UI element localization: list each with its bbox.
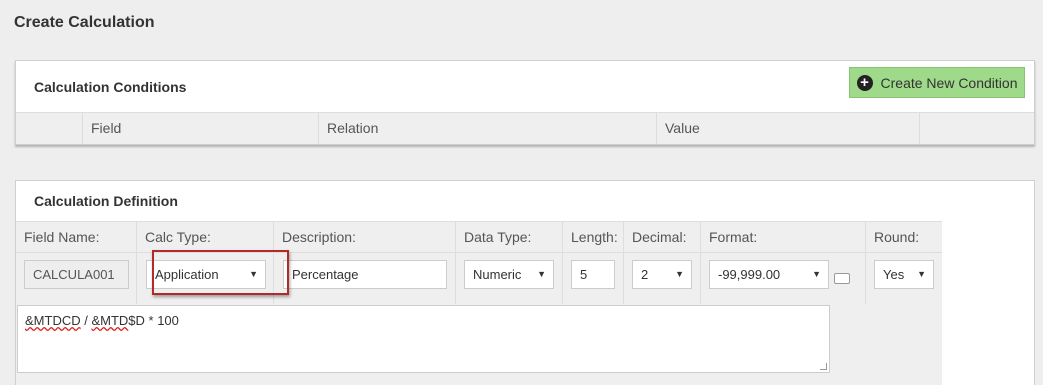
calculation-conditions-panel: Calculation Conditions + Create New Cond… xyxy=(15,60,1035,145)
data-type-select[interactable]: Numeric ▼ xyxy=(464,260,554,289)
create-new-condition-button[interactable]: + Create New Condition xyxy=(849,67,1025,98)
definition-header-row: Field Name: Calc Type: Description: Data… xyxy=(16,221,942,253)
length-input[interactable]: 5 xyxy=(571,260,615,289)
caret-down-icon: ▼ xyxy=(675,269,684,279)
column-field[interactable]: Field xyxy=(82,113,318,144)
caret-down-icon: ▼ xyxy=(537,269,546,279)
decimal-select[interactable]: 2 ▼ xyxy=(632,260,692,289)
label-description: Description: xyxy=(274,222,456,253)
label-round: Round: xyxy=(874,229,920,245)
page-title: Create Calculation xyxy=(14,14,155,31)
caret-down-icon: ▼ xyxy=(812,269,821,279)
description-input[interactable]: Percentage xyxy=(283,260,447,289)
format-select[interactable]: -99,999.00 ▼ xyxy=(709,260,829,289)
label-field-name: Field Name: xyxy=(16,222,137,253)
label-format: Format: xyxy=(701,222,866,253)
expression-separator: / xyxy=(80,313,92,328)
round-value: Yes xyxy=(883,267,905,282)
round-select[interactable]: Yes ▼ xyxy=(874,260,934,289)
expression-row: &MTDCD / &MTD$D * 100 xyxy=(16,304,942,385)
conditions-title: Calculation Conditions xyxy=(34,79,187,95)
calc-type-highlight xyxy=(152,250,289,295)
expression-token-2: &MTD xyxy=(91,313,129,328)
comment-icon[interactable] xyxy=(834,273,850,284)
label-data-type: Data Type: xyxy=(456,222,563,253)
definition-title: Calculation Definition xyxy=(34,193,178,209)
data-type-value: Numeric xyxy=(473,267,522,282)
expression-token-1: &MTDCD xyxy=(25,313,81,328)
format-value: -99,999.00 xyxy=(718,267,781,282)
column-relation[interactable]: Relation xyxy=(318,113,656,144)
label-length: Length: xyxy=(563,222,624,253)
plus-circle-icon: + xyxy=(856,74,873,91)
conditions-table-header: Field Relation Value xyxy=(16,112,1034,144)
decimal-value: 2 xyxy=(641,267,649,282)
calculation-definition-panel: Calculation Definition Field Name: Calc … xyxy=(15,180,1035,385)
caret-down-icon: ▼ xyxy=(917,269,926,279)
expression-textarea[interactable]: &MTDCD / &MTD$D * 100 xyxy=(17,305,830,373)
column-value[interactable]: Value xyxy=(656,113,919,144)
field-name-input[interactable]: CALCULA001 xyxy=(24,260,129,289)
expression-rest: $D * 100 xyxy=(128,313,179,328)
resize-grip-icon[interactable] xyxy=(820,363,827,370)
column-actions xyxy=(919,113,1034,144)
create-new-condition-label: Create New Condition xyxy=(880,74,1018,91)
label-calc-type: Calc Type: xyxy=(137,222,274,253)
label-decimal: Decimal: xyxy=(624,222,701,253)
